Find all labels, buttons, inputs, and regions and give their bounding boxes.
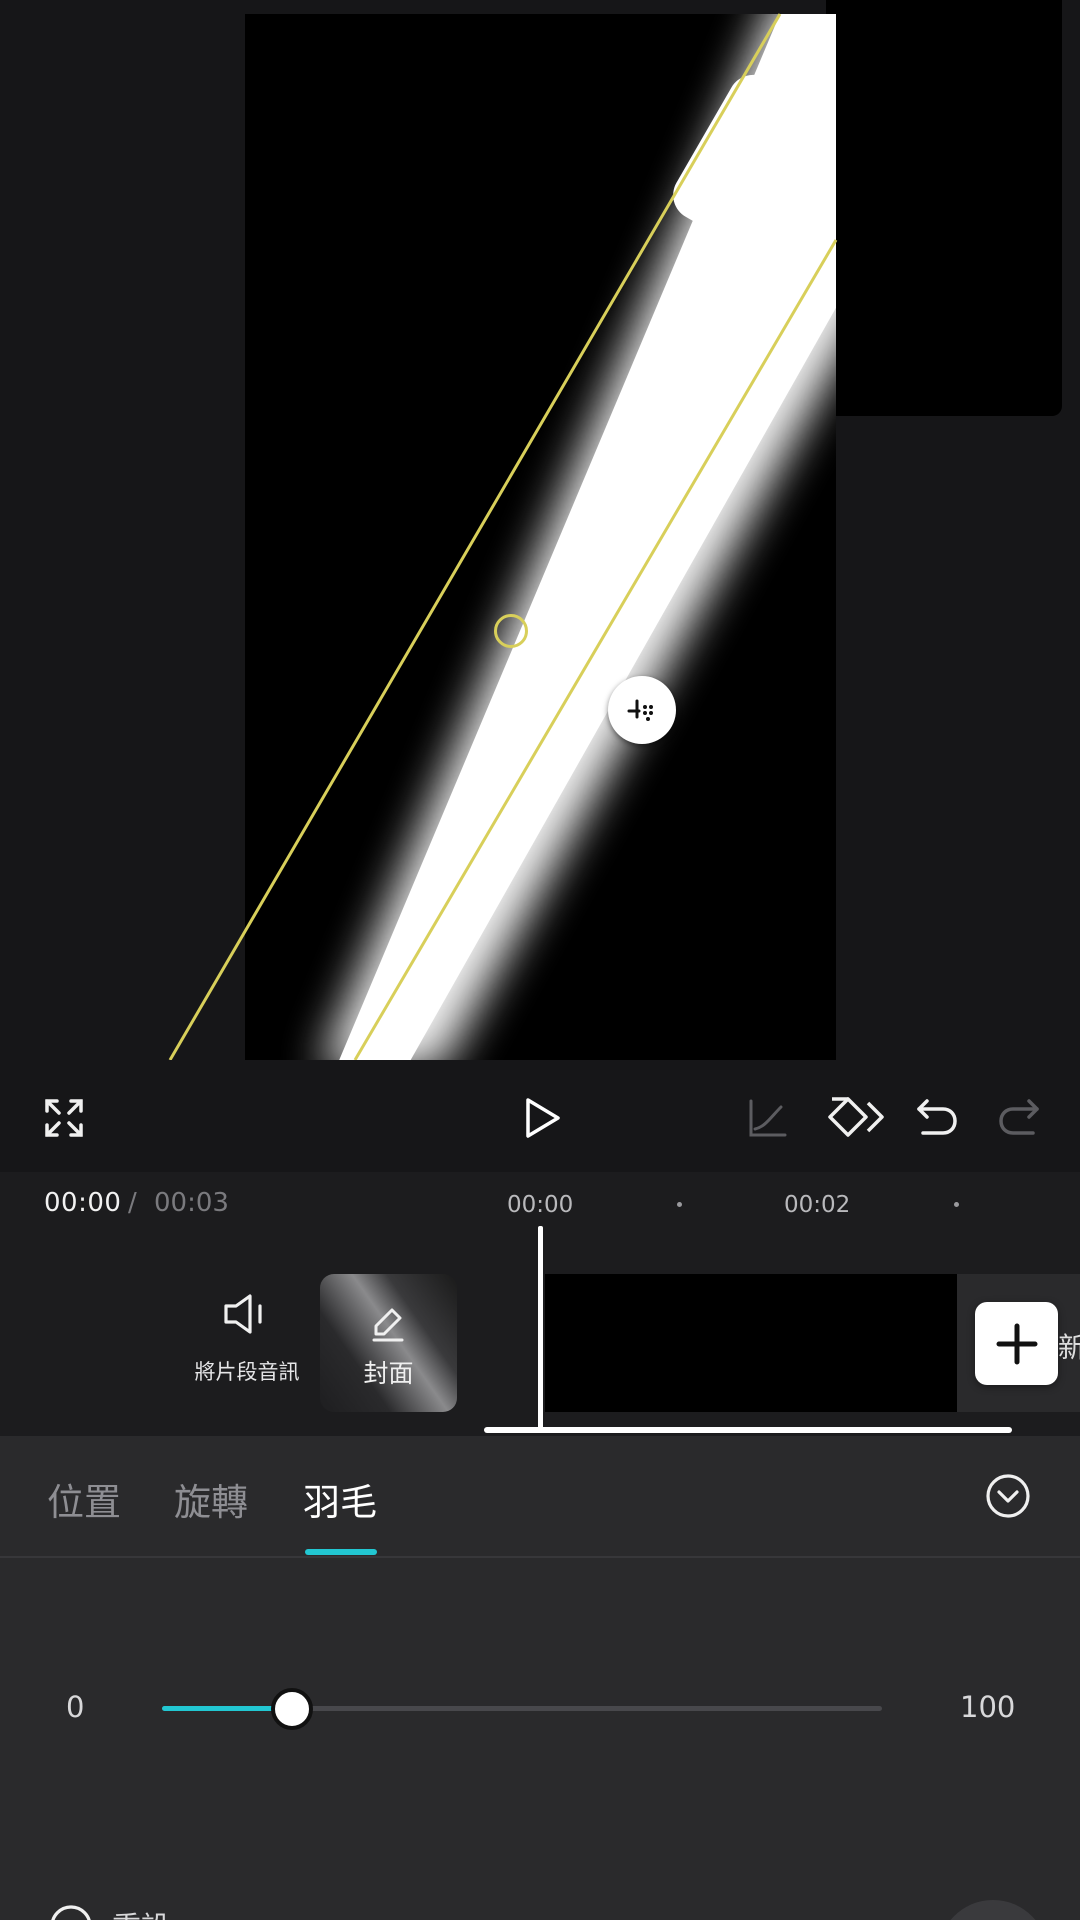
playback-control-bar (0, 1060, 1080, 1172)
play-icon (526, 1098, 560, 1138)
fullscreen-button[interactable] (40, 1094, 88, 1142)
ruler-mark-1: 00:02 (784, 1192, 851, 1218)
undo-button[interactable] (912, 1092, 962, 1142)
background-clip-preview (826, 0, 1062, 416)
tab-position[interactable]: 位置 (47, 1472, 121, 1526)
reset-label[interactable]: 重設 (112, 1904, 170, 1920)
add-clip-button[interactable] (975, 1302, 1058, 1385)
pencil-icon (372, 1308, 404, 1342)
mask-settings-panel (0, 1436, 1080, 1920)
fullscreen-icon (45, 1099, 83, 1137)
video-clip[interactable] (545, 1274, 957, 1412)
tab-rotation[interactable]: 旋轉 (174, 1472, 248, 1526)
track-underline (484, 1427, 1012, 1433)
total-time: 00:03 (154, 1188, 229, 1218)
ruler-dot (677, 1202, 682, 1207)
keyframe-button[interactable] (824, 1090, 888, 1144)
curve-icon (749, 1099, 787, 1137)
ruler-dot (954, 1202, 959, 1207)
panel-divider (0, 1556, 1080, 1558)
clip-audio-button[interactable]: 將片段音訊 (188, 1292, 306, 1384)
mask-center-handle[interactable] (494, 614, 528, 648)
current-time: 00:00 (44, 1188, 122, 1218)
reset-icon[interactable] (48, 1903, 94, 1920)
redo-icon (999, 1099, 1039, 1135)
collapse-panel-button[interactable] (985, 1473, 1031, 1519)
feather-icon (627, 699, 653, 721)
add-clip-partial-label: 新 (1058, 1331, 1080, 1364)
play-button[interactable] (516, 1092, 568, 1144)
plus-icon (996, 1323, 1037, 1364)
video-editor-app: 00:00 / 00:03 00:00 00:02 將片段音訊 封面 新 位置 … (0, 0, 1080, 1920)
clip-audio-label: 將片段音訊 (194, 1360, 300, 1384)
feather-handle[interactable] (608, 676, 676, 744)
chevron-down-icon (986, 1474, 1030, 1518)
curve-button[interactable] (744, 1094, 792, 1142)
preview-area (0, 0, 1080, 1060)
keyframe-icon (828, 1097, 884, 1137)
cover-button[interactable]: 封面 (320, 1274, 457, 1412)
preview-canvas[interactable] (245, 14, 836, 1060)
slider-max-label: 100 (960, 1690, 1016, 1724)
feather-slider-thumb[interactable] (270, 1688, 313, 1730)
tab-feather[interactable]: 羽毛 (303, 1472, 377, 1526)
undo-icon (917, 1099, 957, 1135)
cover-label: 封面 (363, 1359, 414, 1388)
slider-min-label: 0 (66, 1690, 85, 1724)
active-tab-indicator (305, 1549, 377, 1555)
time-separator: / (128, 1188, 137, 1218)
speaker-icon (224, 1294, 262, 1334)
redo-button[interactable] (994, 1092, 1044, 1142)
playhead[interactable] (538, 1226, 543, 1432)
ruler-mark-0: 00:00 (507, 1192, 574, 1218)
